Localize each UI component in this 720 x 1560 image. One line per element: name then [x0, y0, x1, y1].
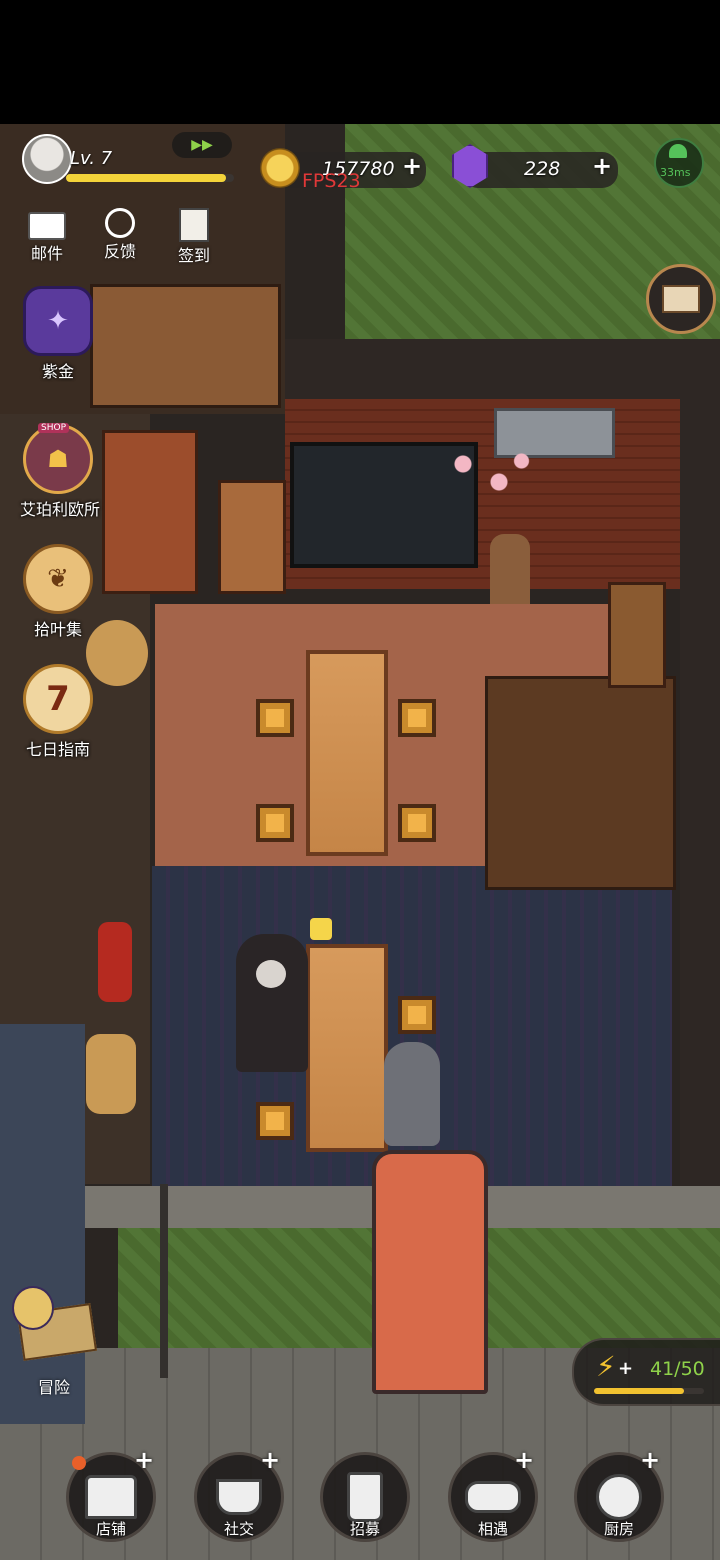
nav-encounter-label: 相遇	[477, 1520, 508, 1538]
energy-value: 41/50	[650, 1358, 705, 1380]
player-avatar[interactable]	[22, 134, 72, 184]
gem-amount: 228	[524, 158, 561, 180]
ping-value: 33ms	[660, 166, 691, 179]
xp-bar-fill	[66, 174, 226, 182]
nav-recruit-button[interactable]: 招募	[320, 1452, 410, 1542]
feedback-button[interactable]: 反馈	[92, 208, 148, 268]
leaf-book-icon: ❦	[23, 544, 93, 614]
adventure-character-icon	[12, 1286, 54, 1330]
nav-shop-label: 店铺	[95, 1520, 126, 1538]
mail-label: 邮件	[30, 244, 63, 263]
nav-kitchen-button[interactable]: + 厨房	[574, 1446, 664, 1542]
book-icon	[662, 285, 700, 313]
handshake-icon	[465, 1481, 521, 1513]
nav-social-button[interactable]: + 社交	[194, 1446, 284, 1542]
reaper-face	[256, 960, 286, 988]
drawer-cabinet	[218, 480, 286, 594]
chair-6[interactable]	[256, 1102, 294, 1140]
dining-table-2[interactable]	[306, 944, 388, 1152]
wolf-customer[interactable]	[384, 1042, 440, 1146]
mail-icon	[28, 212, 66, 240]
energy-bar-fill	[594, 1388, 685, 1394]
calendar-icon	[179, 208, 209, 242]
energy-plus-icon[interactable]: +	[618, 1358, 633, 1379]
chair-3[interactable]	[256, 804, 294, 842]
nav-social-plus: +	[260, 1446, 281, 1474]
shop-emporium-button[interactable]: SHOP ☗ 艾珀利欧所	[18, 423, 100, 520]
chair-4[interactable]	[398, 804, 436, 842]
notification-dot-icon	[72, 1456, 86, 1470]
gem-add-button[interactable]: +	[592, 152, 612, 180]
wifi-icon	[669, 144, 687, 158]
nav-shop-button[interactable]: + 店铺	[66, 1446, 156, 1542]
mail-button[interactable]: 邮件	[22, 210, 72, 270]
coffee-cup-icon	[216, 1479, 262, 1515]
bamboo-steamer-2	[86, 1034, 136, 1114]
globe-icon	[105, 208, 135, 238]
outer-wall	[285, 339, 720, 399]
dining-table-1[interactable]	[306, 650, 388, 856]
energy-bar-track	[594, 1388, 704, 1394]
shop-emporium-label: 艾珀利欧所	[19, 500, 100, 519]
chair-2[interactable]	[398, 699, 436, 737]
outer-wall-right	[680, 339, 720, 1189]
xp-play-button[interactable]: ▶▶	[172, 132, 232, 158]
smile-emote-icon	[310, 918, 332, 940]
chair-5[interactable]	[398, 996, 436, 1034]
checkin-label: 签到	[177, 246, 210, 265]
leaf-collection-button[interactable]: ❦ 拾叶集	[18, 544, 98, 640]
frying-pan-icon	[596, 1474, 642, 1520]
player-level: Lv. 7	[70, 148, 113, 169]
purple-gold-button[interactable]: ✦ 紫金	[18, 286, 98, 382]
top-shelf	[90, 284, 281, 408]
seven-day-label: 七日指南	[25, 740, 90, 759]
shop-storefront-icon	[85, 1475, 137, 1519]
seven-day-number: 7	[46, 679, 70, 719]
gold-add-button[interactable]: +	[402, 152, 422, 180]
nav-encounter-button[interactable]: + 相遇	[448, 1446, 538, 1542]
cherry-blossom	[445, 446, 535, 506]
game-scene[interactable]: Lv. 7 ▶▶ 157780 + FPS23 228 + 33ms 邮件 反馈…	[0, 124, 720, 1560]
seven-day-guide-button[interactable]: 7 七日指南	[18, 664, 98, 760]
fps-counter: FPS23	[302, 170, 361, 192]
nav-social-label: 社交	[223, 1520, 254, 1538]
adventure-label: 冒险	[38, 1378, 71, 1397]
nav-encounter-plus: +	[514, 1446, 535, 1474]
xp-bar-track	[66, 174, 234, 182]
checkin-button[interactable]: 签到	[166, 208, 222, 268]
vending-shelf	[102, 430, 198, 594]
nav-shop-plus: +	[134, 1446, 155, 1474]
bookshelf	[485, 676, 676, 890]
book-button[interactable]	[646, 264, 716, 334]
purple-gold-emblem-icon: ✦	[23, 286, 93, 356]
feedback-label: 反馈	[103, 242, 136, 261]
chair-1[interactable]	[256, 699, 294, 737]
seven-day-icon: 7	[23, 664, 93, 734]
guzheng-stand	[608, 582, 666, 688]
energy-panel[interactable]: ⚡ + 41/50	[572, 1338, 720, 1406]
recruit-cup-icon	[347, 1472, 383, 1522]
shop-totem-icon: SHOP ☗	[23, 423, 93, 494]
nav-recruit-label: 招募	[349, 1520, 380, 1538]
adventure-button[interactable]: 冒险	[6, 1286, 98, 1397]
leaf-collection-label: 拾叶集	[33, 620, 82, 639]
nav-kitchen-label: 厨房	[603, 1520, 634, 1538]
gold-coin-icon	[260, 148, 300, 188]
shop-badge: SHOP	[38, 423, 69, 433]
street-lamp	[160, 1184, 168, 1378]
purple-gold-label: 紫金	[41, 362, 74, 381]
claw-machine[interactable]	[372, 1150, 488, 1394]
lightning-icon: ⚡	[596, 1350, 616, 1383]
device-status-bar	[0, 0, 720, 124]
fire-extinguisher	[98, 922, 132, 1002]
nav-kitchen-plus: +	[640, 1446, 661, 1474]
reaper-customer[interactable]	[236, 934, 308, 1072]
